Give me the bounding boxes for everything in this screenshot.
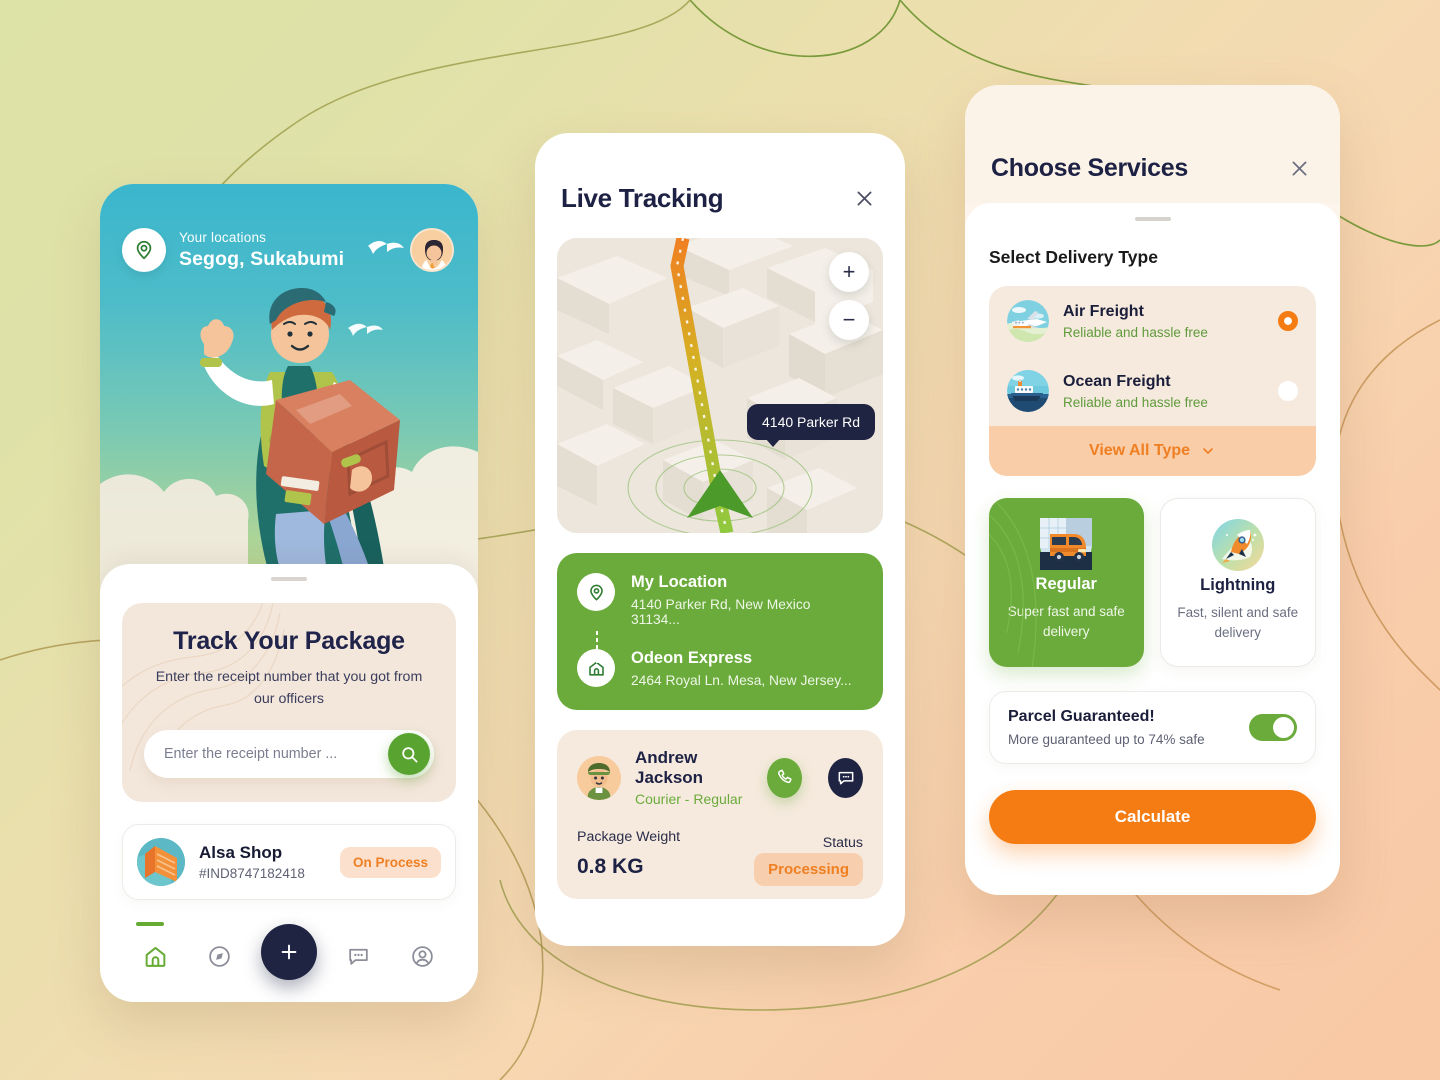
close-icon[interactable] xyxy=(849,184,879,214)
bottom-navigation xyxy=(100,924,478,984)
phone-live-tracking-screen: Live Tracking + − 4140 Parker Rd My Loca… xyxy=(535,133,905,946)
weight-value: 0.8 KG xyxy=(577,855,644,878)
courier-card: Andrew Jackson Courier - Regular Package xyxy=(557,730,883,899)
user-circle-icon xyxy=(411,945,433,967)
route-destination-row: Odeon Express 2464 Royal Ln. Mesa, New J… xyxy=(577,649,863,688)
services-bottom-sheet: Select Delivery Type Air Freight Reliabl… xyxy=(965,203,1340,895)
location-pin-icon xyxy=(122,228,166,272)
search-button[interactable] xyxy=(388,733,430,775)
map-address-tooltip: 4140 Parker Rd xyxy=(747,404,876,447)
route-card: My Location 4140 Parker Rd, New Mexico 3… xyxy=(557,553,883,710)
guarantee-toggle[interactable] xyxy=(1249,713,1297,741)
active-tab-indicator xyxy=(136,922,164,926)
status-badge: Processing xyxy=(754,853,863,886)
parcel-guarantee-row: Parcel Guaranteed! More guaranteed up to… xyxy=(989,690,1316,764)
avatar[interactable] xyxy=(410,228,454,272)
guarantee-subtitle: More guaranteed up to 74% safe xyxy=(1008,731,1205,747)
hero-location-value: Segog, Sukabumi xyxy=(179,247,345,270)
location-pin-icon xyxy=(577,573,615,611)
sheet-drag-handle[interactable] xyxy=(271,577,307,581)
delivery-type-name: Ocean Freight xyxy=(1063,372,1171,390)
delivery-type-group: Air Freight Reliable and hassle free Oce… xyxy=(989,286,1316,476)
map-zoom-controls: + − xyxy=(829,252,869,340)
chevron-down-icon xyxy=(1203,448,1213,454)
tracking-header: Live Tracking xyxy=(535,133,905,214)
route-origin-row: My Location 4140 Parker Rd, New Mexico 3… xyxy=(577,573,863,627)
courier-header: Andrew Jackson Courier - Regular xyxy=(577,748,863,807)
ship-icon xyxy=(1007,370,1049,412)
close-icon[interactable] xyxy=(1284,153,1314,183)
avatar xyxy=(577,755,621,800)
search-icon xyxy=(401,746,417,762)
shop-receipt-id: #IND8747182418 xyxy=(199,866,305,881)
sidebar-item-explore[interactable] xyxy=(197,934,241,978)
plus-icon xyxy=(281,944,297,960)
view-all-label: View All Type xyxy=(1088,442,1191,459)
delivery-type-desc: Reliable and hassle free xyxy=(1063,394,1208,410)
search-input[interactable] xyxy=(164,746,388,762)
speed-option-lightning[interactable]: Lightning Fast, silent and safe delivery xyxy=(1159,498,1316,667)
delivery-type-desc: Reliable and hassle free xyxy=(1063,324,1208,340)
home-bottom-sheet: Track Your Package Enter the receipt num… xyxy=(100,564,478,1002)
zoom-out-button[interactable]: − xyxy=(829,300,869,340)
sidebar-item-profile[interactable] xyxy=(400,934,444,978)
hero-location-label: Your locations xyxy=(179,229,267,245)
sidebar-item-home[interactable] xyxy=(134,934,178,978)
compass-icon xyxy=(209,945,230,967)
origin-title: My Location xyxy=(631,573,728,591)
phone-home-screen: Your locations Segog, Sukabumi Track You… xyxy=(100,184,478,1002)
add-button[interactable] xyxy=(260,924,317,980)
speed-option-regular[interactable]: Regular Super fast and safe delivery xyxy=(989,498,1144,667)
home-icon xyxy=(145,946,166,967)
chat-button[interactable] xyxy=(828,757,863,798)
view-all-type-button[interactable]: View All Type xyxy=(989,426,1316,476)
page-title: Track Your Package xyxy=(173,627,405,655)
track-subtitle: Enter the receipt number that you got fr… xyxy=(155,669,423,707)
guarantee-title: Parcel Guaranteed! xyxy=(1008,707,1155,725)
zoom-in-button[interactable]: + xyxy=(829,252,869,292)
delivery-van-icon xyxy=(1040,518,1093,574)
section-title: Select Delivery Type xyxy=(989,247,1158,267)
page-title: Choose Services xyxy=(991,153,1188,182)
services-header: Choose Services xyxy=(965,85,1340,203)
phone-icon xyxy=(778,769,792,784)
toggle-knob xyxy=(1273,716,1294,738)
speed-desc: Fast, silent and safe delivery xyxy=(1177,605,1299,641)
page-title: Live Tracking xyxy=(561,183,724,213)
status-badge: On Process xyxy=(339,846,441,878)
weight-label: Package Weight xyxy=(577,829,681,845)
hero-illustration-header: Your locations Segog, Sukabumi xyxy=(100,184,478,604)
chat-bubble-icon xyxy=(838,771,853,784)
track-package-card: Track Your Package Enter the receipt num… xyxy=(122,603,456,802)
airplane-icon xyxy=(1007,300,1049,342)
shop-name: Alsa Shop xyxy=(199,843,283,862)
radio-ocean-freight[interactable] xyxy=(1278,381,1298,401)
shipment-list-item[interactable]: Alsa Shop #IND8747182418 On Process xyxy=(122,824,456,900)
destination-address: 2464 Royal Ln. Mesa, New Jersey... xyxy=(631,673,852,688)
phone-choose-services-screen: Choose Services Select Delivery Type Air… xyxy=(965,85,1340,895)
courier-meta-row: Package Weight 0.8 KG Status Processing xyxy=(577,829,863,886)
status-label: Status xyxy=(822,835,863,851)
origin-address: 4140 Parker Rd, New Mexico 31134... xyxy=(631,597,811,627)
chat-bubble-icon xyxy=(349,948,368,965)
delivery-type-option-ocean[interactable]: Ocean Freight Reliable and hassle free xyxy=(989,356,1316,426)
route-connector xyxy=(596,631,598,663)
map-view[interactable]: + − 4140 Parker Rd xyxy=(557,238,883,533)
sidebar-item-chat[interactable] xyxy=(337,934,381,978)
speed-name: Lightning xyxy=(1200,576,1276,594)
delivery-type-name: Air Freight xyxy=(1063,302,1144,320)
destination-title: Odeon Express xyxy=(631,649,753,667)
delivery-speed-group: Regular Super fast and safe delivery Lig… xyxy=(989,498,1316,667)
courier-role: Courier - Regular xyxy=(635,791,743,807)
delivery-type-option-air[interactable]: Air Freight Reliable and hassle free xyxy=(989,286,1316,356)
rocket-icon xyxy=(1211,519,1264,575)
call-button[interactable] xyxy=(767,757,803,798)
receipt-search-row xyxy=(144,730,434,778)
shop-building-icon xyxy=(137,838,185,886)
hero-location-bar[interactable]: Your locations Segog, Sukabumi xyxy=(122,228,344,272)
radio-air-freight[interactable] xyxy=(1278,311,1298,331)
calculate-button[interactable]: Calculate xyxy=(989,789,1316,844)
courier-name: Andrew Jackson xyxy=(635,748,704,787)
